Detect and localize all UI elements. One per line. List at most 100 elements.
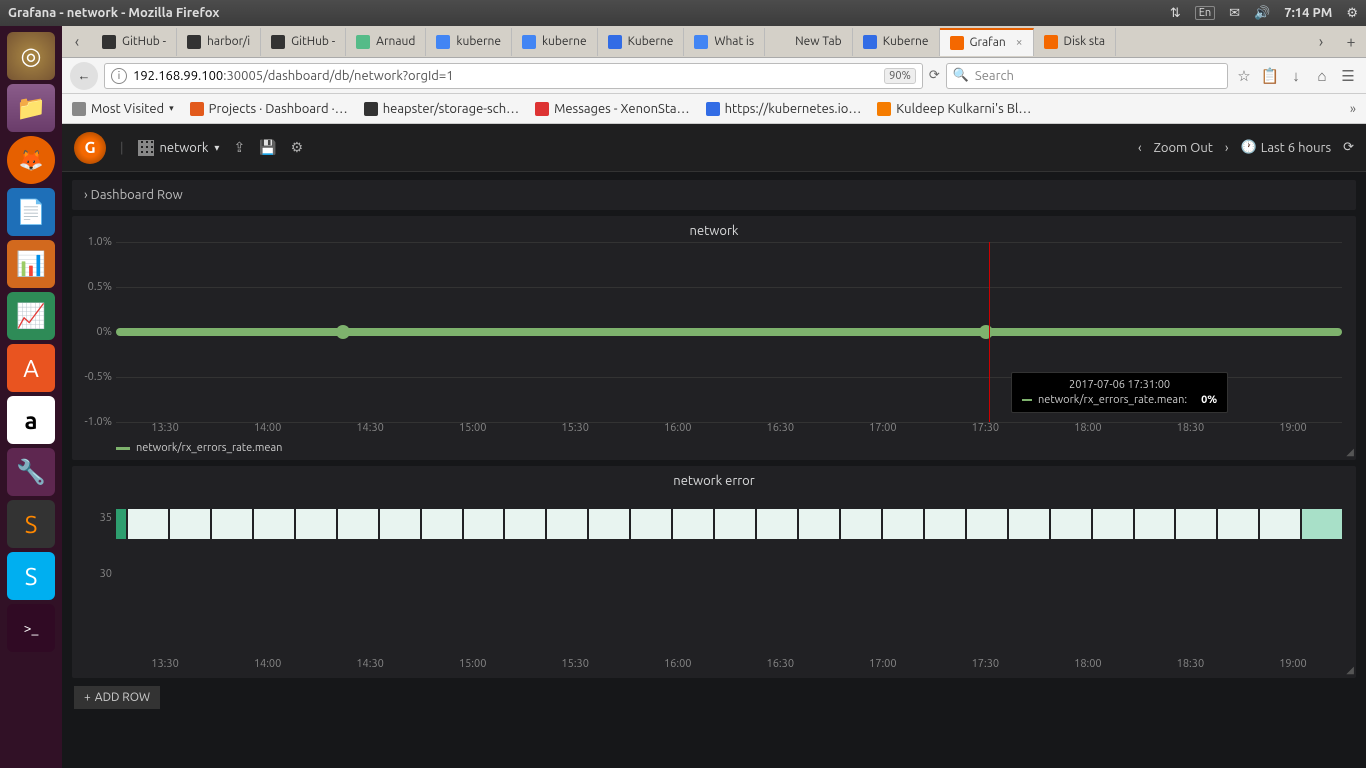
launcher-software[interactable]: A <box>7 344 55 392</box>
bookmark-item[interactable]: https://kubernetes.io… <box>706 102 862 116</box>
lang-indicator[interactable]: En <box>1195 6 1215 20</box>
mail-icon[interactable]: ✉ <box>1229 6 1240 21</box>
browser-tab[interactable]: GitHub - <box>92 28 177 56</box>
tab-scroll-left-icon[interactable]: ‹ <box>62 27 92 57</box>
bar <box>967 509 1007 539</box>
time-range-picker[interactable]: 🕐 Last 6 hours <box>1241 140 1332 155</box>
gear-icon[interactable]: ⚙ <box>1346 6 1358 21</box>
x-tick: 19:00 <box>1279 422 1307 434</box>
browser-tab[interactable]: New Tab <box>765 28 853 56</box>
bookmarks-overflow-icon[interactable]: » <box>1350 102 1356 116</box>
back-button[interactable]: ← <box>70 62 98 90</box>
clock[interactable]: 7:14 PM <box>1284 6 1332 20</box>
add-row-button[interactable]: + ADD ROW <box>74 686 160 709</box>
bookmark-item[interactable]: Projects · Dashboard ·… <box>190 102 348 116</box>
x-tick: 19:00 <box>1279 658 1307 670</box>
launcher-calc[interactable]: 📈 <box>7 292 55 340</box>
launcher-sublime[interactable]: S <box>7 500 55 548</box>
x-tick: 17:00 <box>869 658 897 670</box>
tab-scroll-right-icon[interactable]: › <box>1306 27 1336 57</box>
bookmarks-toolbar: Most Visited ▾ Projects · Dashboard ·… hea… <box>62 94 1366 124</box>
browser-tab[interactable]: Kuberne <box>853 28 940 56</box>
window-title: Grafana - network - Mozilla Firefox <box>8 6 219 20</box>
launcher-terminal[interactable]: >_ <box>7 604 55 652</box>
bookmark-star-icon[interactable]: ☆ <box>1234 67 1254 85</box>
launcher-firefox[interactable]: 🦊 <box>7 136 55 184</box>
dashboard-row-header[interactable]: › Dashboard Row <box>72 180 1356 210</box>
browser-tab[interactable]: Kuberne <box>598 28 685 56</box>
site-info-icon[interactable]: i <box>111 68 127 84</box>
x-tick: 15:00 <box>459 422 487 434</box>
new-tab-button[interactable]: + <box>1336 27 1366 57</box>
bookmark-item[interactable]: Kuldeep Kulkarni's Bl… <box>877 102 1031 116</box>
refresh-icon[interactable]: ⟳ <box>1343 140 1354 155</box>
close-tab-icon[interactable]: × <box>1016 36 1023 49</box>
bar <box>883 509 923 539</box>
home-icon[interactable]: ⌂ <box>1312 67 1332 85</box>
browser-tab[interactable]: kuberne <box>512 28 598 56</box>
search-bar[interactable]: 🔍 Search <box>946 63 1228 89</box>
x-tick: 18:30 <box>1177 422 1205 434</box>
os-topbar: Grafana - network - Mozilla Firefox ⇅ En… <box>0 0 1366 26</box>
panel-network-error[interactable]: network error 3530 13:3014:0014:3015:001… <box>72 466 1356 678</box>
resize-handle-icon[interactable]: ◢ <box>1346 446 1354 458</box>
chevron-down-icon: ▾ <box>169 103 174 114</box>
sound-icon[interactable]: 🔊 <box>1254 6 1270 21</box>
panel-network[interactable]: network 1.0%0.5%0%-0.5%-1.0% 2017-07-06 … <box>72 216 1356 460</box>
chart-network[interactable]: 1.0%0.5%0%-0.5%-1.0% 2017-07-06 17:31:00… <box>116 242 1342 422</box>
launcher-amazon[interactable]: a <box>7 396 55 444</box>
browser-tab[interactable]: Disk sta <box>1034 28 1116 56</box>
bar <box>631 509 671 539</box>
bookmark-favicon <box>190 102 204 116</box>
settings-gear-icon[interactable]: ⚙ <box>291 139 304 156</box>
time-prev-icon[interactable]: ‹ <box>1138 141 1142 155</box>
grafana-page: G | network ▾ ⇪ 💾 ⚙ ‹ Zoom Out › 🕐 Last … <box>62 124 1366 768</box>
url-text: 192.168.99.100:30005/dashboard/db/networ… <box>133 69 878 83</box>
x-tick: 17:30 <box>972 658 1000 670</box>
bookmark-item[interactable]: Messages - XenonSta… <box>535 102 689 116</box>
y-tick: -0.5% <box>84 371 112 383</box>
series-dot <box>336 325 350 339</box>
launcher-writer[interactable]: 📄 <box>7 188 55 236</box>
legend-label: network/rx_errors_rate.mean <box>136 442 282 454</box>
x-tick: 18:00 <box>1074 422 1102 434</box>
time-next-icon[interactable]: › <box>1225 141 1229 155</box>
bar <box>422 509 462 539</box>
network-icon[interactable]: ⇅ <box>1170 6 1181 21</box>
reload-button[interactable]: ⟳ <box>929 68 940 83</box>
browser-tab[interactable]: Arnaud <box>346 28 426 56</box>
grafana-logo-icon[interactable]: G <box>74 132 106 164</box>
favicon <box>271 35 285 49</box>
chart-legend[interactable]: network/rx_errors_rate.mean <box>116 442 1342 454</box>
x-tick: 18:30 <box>1177 658 1205 670</box>
tab-label: Kuberne <box>628 35 674 48</box>
bookmark-item[interactable]: heapster/storage-sch… <box>364 102 519 116</box>
zoom-badge[interactable]: 90% <box>884 68 916 84</box>
series-line <box>116 328 1342 336</box>
save-icon[interactable]: 💾 <box>259 139 276 156</box>
launcher-skype[interactable]: S <box>7 552 55 600</box>
launcher-dash[interactable]: ◎ <box>7 32 55 80</box>
x-tick: 14:30 <box>356 658 384 670</box>
browser-tab[interactable]: GitHub - <box>261 28 346 56</box>
share-icon[interactable]: ⇪ <box>233 139 245 156</box>
x-tick: 14:00 <box>254 422 282 434</box>
launcher-impress[interactable]: 📊 <box>7 240 55 288</box>
clipboard-icon[interactable]: 📋 <box>1260 67 1280 85</box>
zoom-out-button[interactable]: Zoom Out <box>1154 141 1213 155</box>
hamburger-menu-icon[interactable]: ☰ <box>1338 67 1358 85</box>
url-bar[interactable]: i 192.168.99.100:30005/dashboard/db/netw… <box>104 63 923 89</box>
browser-tab[interactable]: What is <box>684 28 765 56</box>
browser-tab[interactable]: kuberne <box>426 28 512 56</box>
launcher-settings[interactable]: 🔧 <box>7 448 55 496</box>
launcher-files[interactable]: 📁 <box>7 84 55 132</box>
downloads-icon[interactable]: ↓ <box>1286 67 1306 85</box>
x-tick: 16:30 <box>767 422 795 434</box>
browser-tab[interactable]: harbor/i <box>177 28 261 56</box>
bar <box>799 509 839 539</box>
resize-handle-icon[interactable]: ◢ <box>1346 664 1354 676</box>
bookmark-item[interactable]: Most Visited ▾ <box>72 102 174 116</box>
chart-network-error[interactable]: 3530 <box>116 494 1342 654</box>
dashboard-picker[interactable]: network ▾ <box>138 140 220 156</box>
browser-tab[interactable]: Grafan× <box>940 28 1034 56</box>
